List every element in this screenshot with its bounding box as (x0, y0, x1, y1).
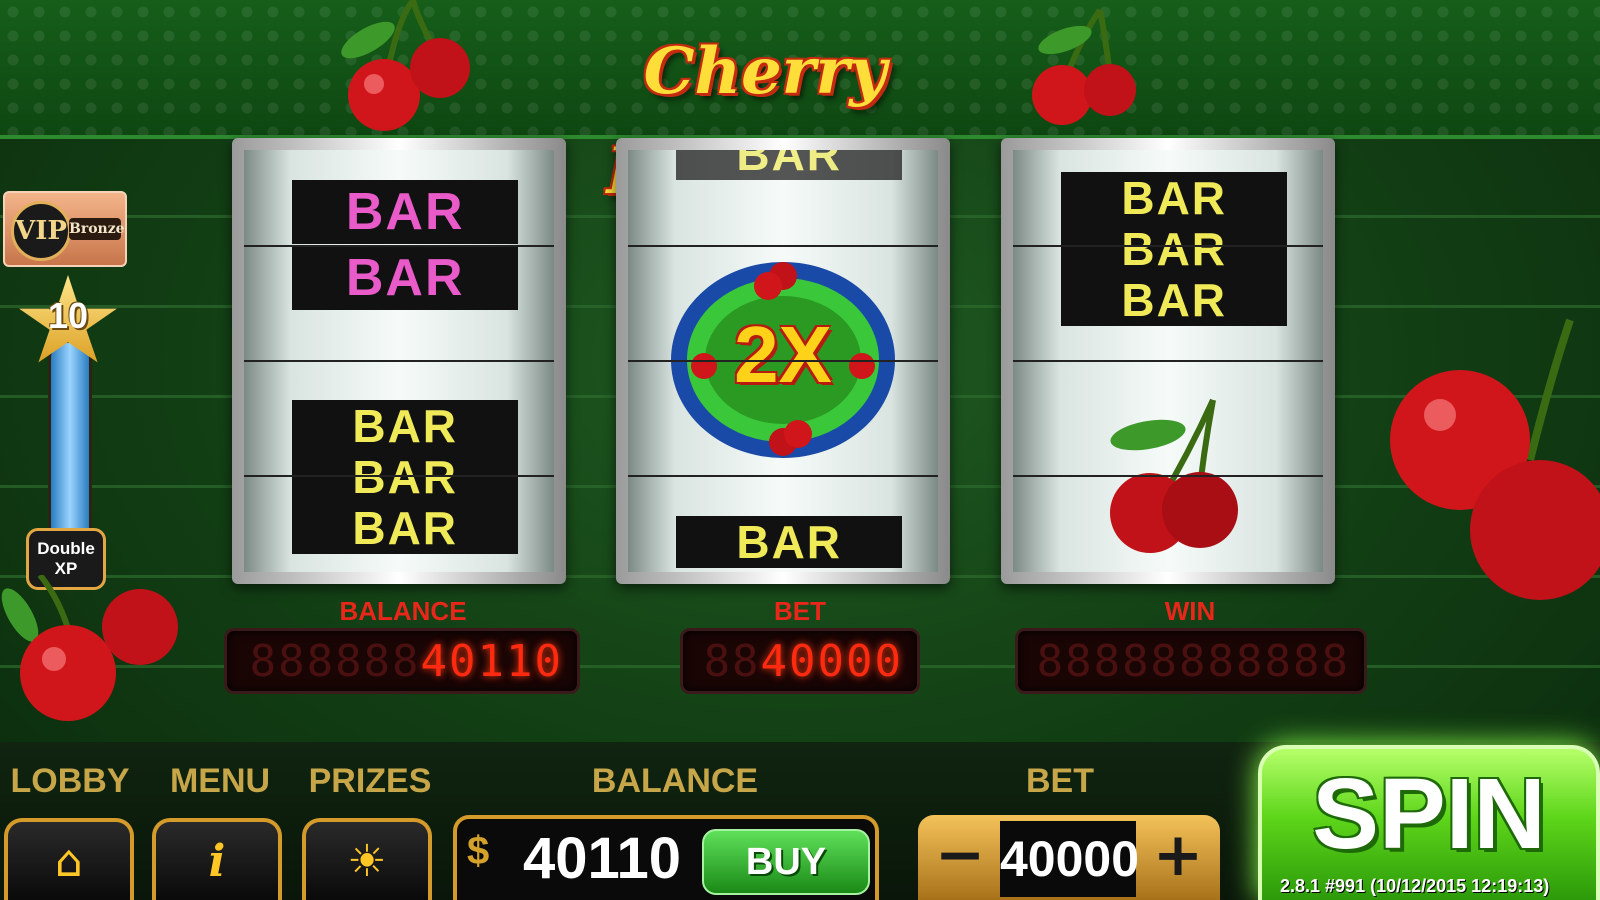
payline (244, 475, 554, 477)
reel-symbol-bar: BAR (1061, 172, 1288, 224)
payline (244, 360, 554, 362)
cherry-icon (1032, 8, 1136, 125)
double-xp-line1: Double (37, 539, 95, 558)
bet-decrease-button[interactable]: − (924, 819, 996, 895)
xp-progress-bar (48, 340, 92, 546)
build-timestamp: (10/12/2015 12:19:13) (1370, 876, 1550, 896)
bet-display: 8840000 (680, 628, 920, 694)
slot-machine-screen: Cherry Madness VIP Bronze 10 Double XP B… (0, 0, 1600, 900)
payline (1013, 475, 1323, 477)
cherry-icon (1390, 318, 1600, 600)
bet-display-label: BET (774, 596, 826, 626)
prizes-button[interactable]: ☀ (302, 818, 432, 900)
reel-3: BAR BAR BAR (1001, 138, 1335, 584)
lcd-ghost-digits: 888888 (249, 636, 421, 687)
payline (1013, 245, 1323, 247)
buy-button[interactable]: BUY (702, 829, 870, 895)
cherry-icon (341, 0, 470, 131)
vip-label: VIP (11, 201, 71, 261)
prizes-label: PRIZES (308, 762, 432, 800)
vip-tier-label: Bronze (69, 218, 125, 240)
currency-symbol: $ (467, 829, 490, 873)
bet-panel: − 40000 + (918, 815, 1220, 900)
version-number: 2.8.1 #991 (1280, 876, 1366, 896)
reel-1-window: BAR BAR BAR BAR BAR (244, 150, 554, 572)
balance-display-label: BALANCE (339, 596, 467, 626)
bet-value: 40000 (1000, 821, 1139, 897)
payline (628, 245, 938, 247)
reel-1: BAR BAR BAR BAR BAR (232, 138, 566, 584)
reel-symbol-bar: BAR (676, 150, 903, 180)
vip-badge[interactable]: VIP Bronze (3, 191, 127, 267)
balance-display: 88888840110 (224, 628, 580, 694)
reel-symbol-2x: 2X (734, 310, 832, 399)
reel-3-window: BAR BAR BAR (1013, 150, 1323, 572)
cherry-icon (1110, 398, 1238, 553)
bet-label: BET (1026, 762, 1094, 800)
level-number: 10 (47, 295, 89, 336)
bet-display-value: 40000 (760, 636, 903, 687)
reel-symbol-bar: BAR (1061, 223, 1288, 275)
win-display-label: WIN (1164, 596, 1216, 626)
payline (1013, 360, 1323, 362)
spin-label: SPIN (1312, 758, 1546, 870)
sun-icon: ☀ (347, 836, 387, 887)
cherry-icon (1, 575, 178, 721)
balance-display-value: 40110 (420, 636, 563, 687)
win-display: 88888888888 (1015, 628, 1367, 694)
reel-symbol-bar: BAR (292, 180, 519, 244)
payline (628, 360, 938, 362)
reel-2: BAR 2X BAR (616, 138, 950, 584)
balance-value: 40110 (522, 826, 682, 891)
lobby-button[interactable]: ⌂ (4, 818, 134, 900)
reel-symbol-bar: BAR (292, 400, 519, 452)
game-title: Cherry Madness (607, 34, 923, 209)
balance-panel: $ 40110 BUY (453, 815, 879, 900)
balance-label: BALANCE (591, 762, 759, 800)
reel-symbol-bar: BAR (292, 246, 519, 310)
reel-2-window: BAR 2X BAR (628, 150, 938, 572)
payline (628, 475, 938, 477)
reel-symbol-bar: BAR (292, 451, 519, 503)
lcd-ghost-digits: 88888888888 (1036, 636, 1350, 687)
reel-symbol-bar: BAR (676, 516, 903, 568)
reel-symbol-bar: BAR (1061, 274, 1288, 326)
lobby-label: LOBBY (10, 762, 130, 800)
info-icon: i (208, 836, 226, 887)
reel-symbol-bar: BAR (292, 502, 519, 554)
menu-label: MENU (169, 762, 271, 800)
payline (244, 245, 554, 247)
version-info: 2.8.1 #991 (10/12/2015 12:19:13) (1280, 876, 1596, 897)
home-icon: ⌂ (55, 836, 83, 887)
bet-increase-button[interactable]: + (1142, 819, 1214, 895)
menu-button[interactable]: i (152, 818, 282, 900)
lcd-ghost-digits: 88 (703, 636, 761, 687)
